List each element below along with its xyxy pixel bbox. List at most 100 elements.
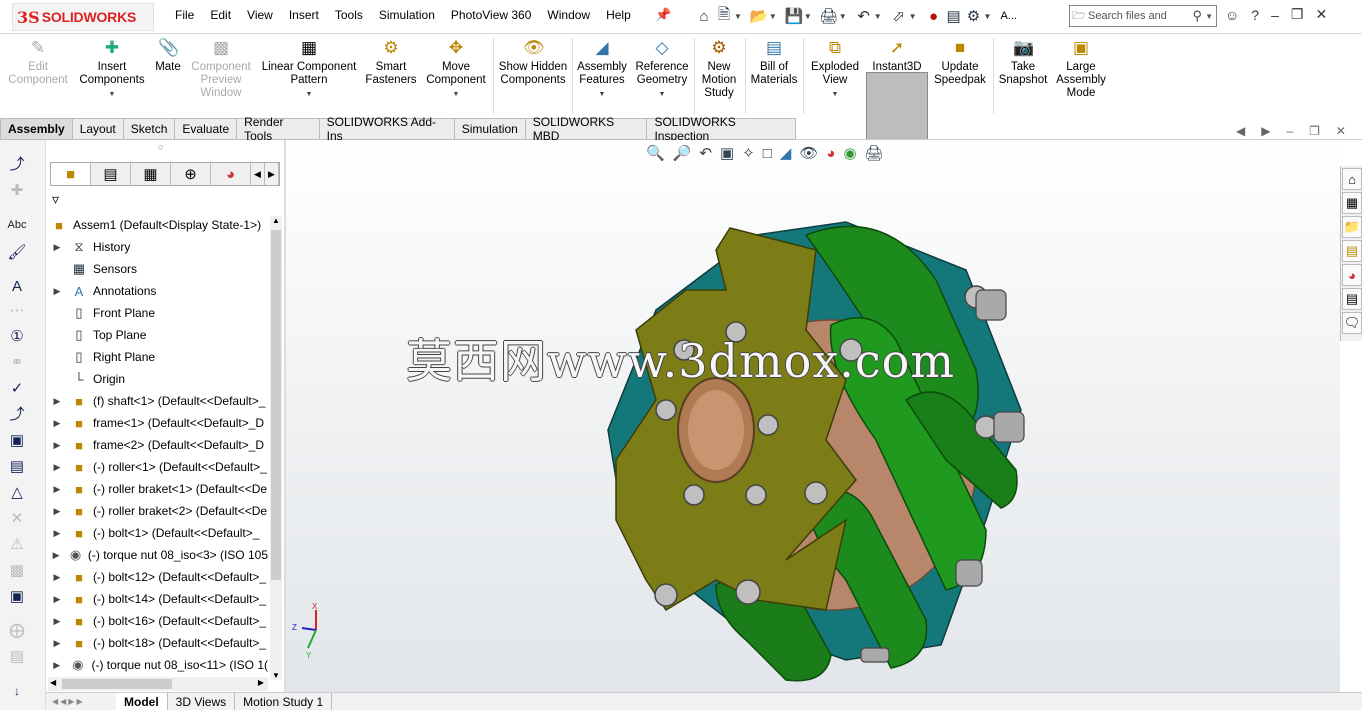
feature-tree-tab-icon[interactable]: ■ [51, 163, 91, 185]
menu-view[interactable]: View [247, 8, 273, 22]
smart-dimension-icon[interactable]: ⤴ [6, 154, 28, 176]
tab-navigation-arrows[interactable]: ◀◀▶▶ [46, 697, 116, 706]
tree-item[interactable]: ▶ ■ (f) shaft<1> (Default<<Default>_ [46, 390, 268, 412]
block-icon[interactable]: ▣ [6, 586, 28, 608]
tree-item[interactable]: ▶ ■ (-) bolt<18> (Default<<Default>_ [46, 632, 268, 654]
tree-item[interactable]: ▶ ■ (-) bolt<1> (Default<<Default>_ [46, 522, 268, 544]
open-folder-icon[interactable]: 📂 [749, 5, 769, 27]
reference-geometry-button[interactable]: ◇ Reference Geometry ▼ [632, 38, 692, 101]
scroll-right-icon[interactable]: ▶ [265, 163, 279, 185]
graphics-area[interactable]: 🔍 🔎 ↶ ▣ ✧ □ ◢ 👁 ◕ ◉ 🖨 莫西网www.3dmox.com X… [286, 140, 1340, 692]
tab-solidworks-add-ins[interactable]: SOLIDWORKS Add-Ins [319, 115, 455, 143]
expand-arrow-icon[interactable]: ▶ [52, 616, 62, 627]
tree-item[interactable]: ▶ ■ (-) bolt<14> (Default<<Default>_ [46, 588, 268, 610]
expand-arrow-icon[interactable]: ▶ [52, 638, 62, 649]
scroll-up-icon[interactable]: ▲ [272, 216, 280, 225]
print-icon[interactable]: 🖨 [819, 5, 839, 27]
tree-item[interactable]: ▶ ⧖ History [46, 236, 268, 258]
options-gear-icon[interactable]: ⚙ [964, 5, 984, 27]
dimxpert-tab-icon[interactable]: ⊕ [171, 163, 211, 185]
datum-target-icon[interactable]: ✕ [6, 508, 28, 530]
note-icon[interactable]: A [6, 276, 28, 298]
tree-item[interactable]: ▦ Sensors [46, 258, 268, 280]
tab-model[interactable]: Model [116, 693, 168, 710]
insert-components-button[interactable]: ✚ Insert Components ▼ [76, 38, 148, 101]
tree-item[interactable]: ▯ Right Plane [46, 346, 268, 368]
tree-root[interactable]: ■ Assem1 (Default<Display State-1>) [46, 214, 268, 236]
solidworks-logo[interactable]: 3S SOLIDWORKS [12, 3, 154, 31]
doc-restore-icon[interactable]: ❐ [1309, 124, 1320, 138]
menu-file[interactable]: File [175, 8, 194, 22]
expand-arrow-icon[interactable]: ▶ [52, 242, 62, 253]
expand-arrow-icon[interactable]: ▶ [52, 286, 62, 297]
search-input[interactable]: Search files and [1088, 10, 1167, 22]
scroll-thumb[interactable] [271, 230, 281, 580]
chevron-down-icon[interactable]: ▼ [574, 88, 630, 101]
center-mark-icon[interactable]: ⨁ [6, 620, 28, 642]
take-snapshot-button[interactable]: 📷 Take Snapshot [996, 38, 1050, 87]
assembly-features-button[interactable]: ◢ Assembly Features ▼ [574, 38, 630, 101]
hole-callout-icon[interactable]: ▣ [6, 430, 28, 452]
tab-layout[interactable]: Layout [72, 118, 124, 140]
smart-fasteners-button[interactable]: ⚙ Smart Fasteners [364, 38, 418, 87]
expand-arrow-icon[interactable]: ▶ [52, 440, 62, 451]
spell-check-icon[interactable]: Abc [6, 214, 28, 236]
tree-item[interactable]: ▶ ■ (-) roller braket<2> (Default<<De [46, 500, 268, 522]
panel-grip-icon[interactable]: ○ [158, 142, 163, 152]
tab-sketch[interactable]: Sketch [123, 118, 176, 140]
expand-arrow-icon[interactable]: ▶ [52, 462, 62, 473]
expand-arrow-icon[interactable]: ▶ [52, 506, 62, 517]
expand-arrow-icon[interactable]: ▶ [52, 528, 62, 539]
tab-motion-study-1[interactable]: Motion Study 1 [235, 693, 333, 710]
expand-arrow-icon[interactable]: ▶ [52, 572, 62, 583]
menu-window[interactable]: Window [547, 8, 590, 22]
chevron-down-icon[interactable]: ▼ [909, 12, 917, 21]
instant3d-button[interactable]: ➚ Instant3D [866, 38, 928, 74]
linear-note-pattern-icon[interactable]: ⋯ [6, 300, 28, 322]
tree-horizontal-scrollbar[interactable]: ◀ ▶ [48, 677, 268, 691]
caution-icon[interactable]: ⚠ [6, 534, 28, 556]
undo-icon[interactable]: ↶ [854, 5, 874, 27]
menu-help[interactable]: Help [606, 8, 631, 22]
doc-close-icon[interactable]: ✕ [1336, 124, 1346, 138]
tree-item[interactable]: ▶ ◉ (-) torque nut 08_iso<3> (ISO 105 [46, 544, 268, 566]
bill-of-materials-button[interactable]: ▤ Bill of Materials [747, 38, 801, 87]
sketch-entities-icon[interactable]: ✚ [6, 180, 28, 202]
tab-simulation[interactable]: Simulation [454, 118, 526, 140]
edit-component-button[interactable]: ✎ Edit Component [6, 38, 70, 87]
prev-window-icon[interactable]: ◀ [1236, 124, 1245, 138]
chevron-down-icon[interactable]: ▼ [804, 12, 812, 21]
exploded-view-button[interactable]: ⧉ Exploded View ▼ [806, 38, 864, 101]
new-document-icon[interactable]: 🗎 [714, 5, 734, 27]
expand-arrow-icon[interactable]: ▶ [52, 660, 61, 671]
solidworks-resources-icon[interactable]: ⌂ [1342, 168, 1362, 190]
mate-button[interactable]: 📎 Mate [150, 38, 186, 74]
geometric-tolerance-icon[interactable]: ▤ [6, 456, 28, 478]
search-box[interactable]: 🗁 Search files and ⚲ ▼ [1069, 5, 1217, 27]
update-speedpak-button[interactable]: ■ Update Speedpak [930, 38, 990, 87]
tab-evaluate[interactable]: Evaluate [175, 118, 238, 140]
tab-assembly[interactable]: Assembly [0, 118, 73, 140]
tree-item[interactable]: ▯ Front Plane [46, 302, 268, 324]
tree-item[interactable]: └ Origin [46, 368, 268, 390]
tree-item[interactable]: ▶ ■ frame<2> (Default<<Default>_D [46, 434, 268, 456]
scroll-right-icon[interactable]: ▶ [258, 678, 264, 687]
datum-feature-icon[interactable]: △ [6, 482, 28, 504]
format-painter-icon[interactable]: 🖌 [6, 242, 28, 264]
chevron-down-icon[interactable]: ▼ [260, 88, 358, 101]
expand-arrow-icon[interactable]: ▶ [52, 418, 62, 429]
tree-item[interactable]: ▶ ■ (-) roller<1> (Default<<Default>_ [46, 456, 268, 478]
expand-arrow-icon[interactable]: ▶ [52, 484, 62, 495]
chevron-down-icon[interactable]: ▼ [1205, 12, 1213, 21]
chevron-down-icon[interactable]: ▼ [839, 12, 847, 21]
tab-solidworks-inspection[interactable]: SOLIDWORKS Inspection [647, 115, 796, 143]
scroll-down-icon[interactable]: ▼ [272, 671, 280, 680]
traffic-light-icon[interactable]: ● [924, 5, 944, 27]
design-library-icon[interactable]: ▦ [1342, 192, 1362, 214]
tab-render-tools[interactable]: Render Tools [237, 115, 320, 143]
search-scope-label[interactable]: A... [1000, 10, 1017, 22]
help-icon[interactable]: ? [1251, 7, 1259, 23]
pin-icon[interactable]: 📌 [655, 7, 671, 23]
tab-3d-views[interactable]: 3D Views [168, 693, 236, 710]
close-icon[interactable]: ✕ [1315, 6, 1327, 23]
